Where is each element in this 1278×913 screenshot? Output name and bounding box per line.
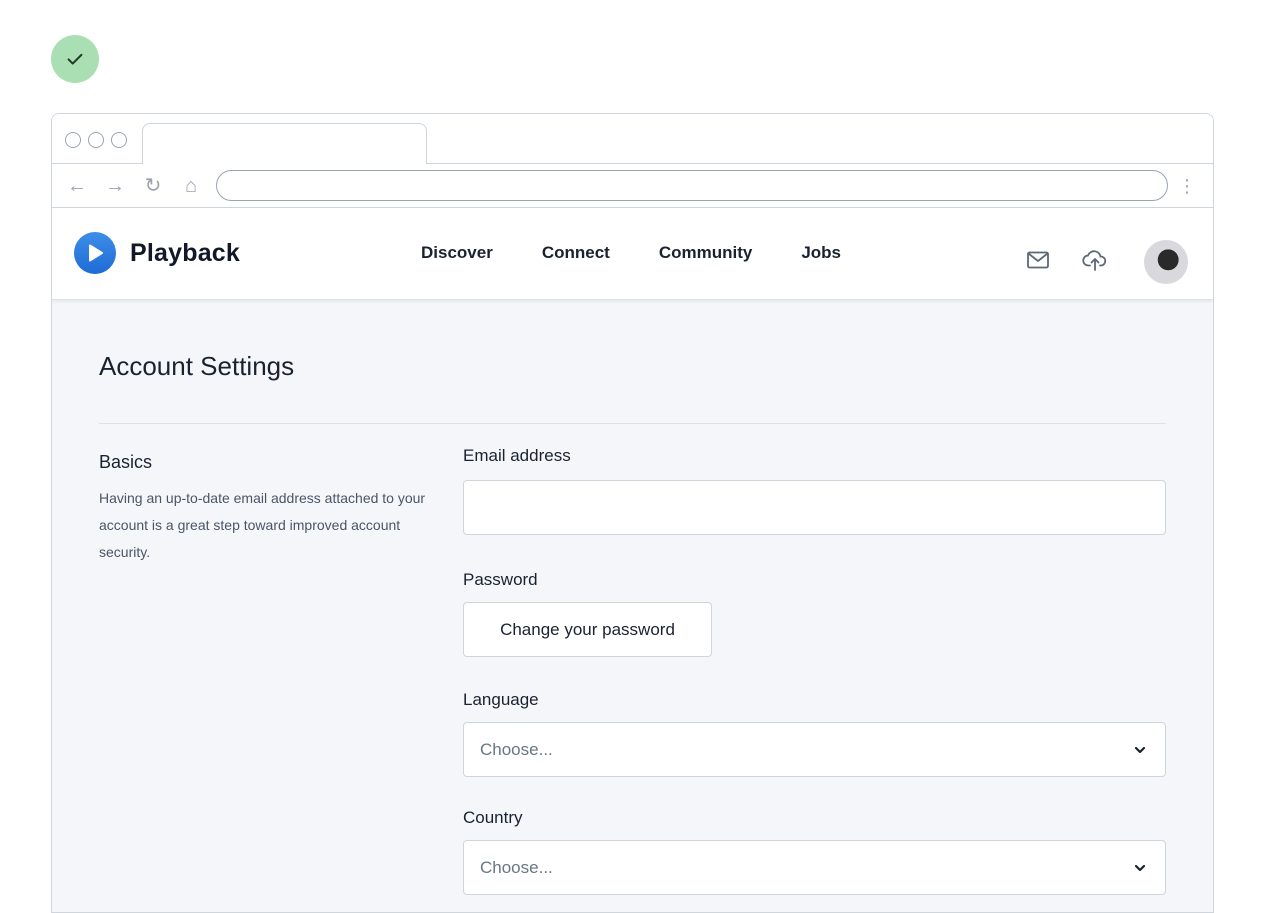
country-label: Country: [463, 808, 523, 827]
nav-connect[interactable]: Connect: [542, 241, 610, 265]
nav-community[interactable]: Community: [659, 241, 753, 265]
country-select[interactable]: Choose...: [463, 840, 1166, 895]
brand-logo[interactable]: Playback: [74, 232, 240, 274]
section-divider: [99, 423, 1166, 424]
mail-icon[interactable]: [1024, 246, 1052, 274]
browser-menu-icon[interactable]: ⋮: [1178, 174, 1196, 198]
success-check-icon: [51, 35, 99, 83]
main-nav: Discover Connect Community Jobs: [421, 241, 841, 265]
basics-section: Basics Having an up-to-date email addres…: [99, 452, 439, 566]
language-label: Language: [463, 690, 539, 709]
play-icon: [74, 232, 116, 274]
header-actions: [1024, 236, 1188, 284]
page-title: Account Settings: [99, 351, 295, 381]
home-icon[interactable]: ⌂: [179, 173, 203, 199]
browser-tabbar: [52, 114, 1213, 165]
nav-discover[interactable]: Discover: [421, 241, 493, 265]
change-password-button[interactable]: Change your password: [463, 602, 712, 657]
nav-jobs[interactable]: Jobs: [801, 241, 841, 265]
language-select-value: Choose...: [480, 739, 553, 759]
window-controls: [65, 132, 127, 148]
close-window-button[interactable]: [65, 132, 81, 148]
basics-description: Having an up-to-date email address attac…: [99, 490, 426, 560]
password-label: Password: [463, 570, 538, 589]
back-arrow-icon[interactable]: ←: [65, 173, 89, 199]
language-select[interactable]: Choose...: [463, 722, 1166, 777]
maximize-window-button[interactable]: [111, 132, 127, 148]
settings-form: Email address Password Change your passw…: [463, 446, 1166, 895]
email-field[interactable]: [463, 480, 1166, 535]
url-bar[interactable]: [216, 170, 1168, 201]
app-header: Playback Discover Connect Community Jobs: [52, 208, 1213, 300]
reload-icon[interactable]: ↻: [141, 173, 165, 199]
forward-arrow-icon[interactable]: →: [103, 173, 127, 199]
minimize-window-button[interactable]: [88, 132, 104, 148]
email-label: Email address: [463, 446, 571, 465]
upload-icon[interactable]: [1081, 246, 1109, 274]
browser-window: ← → ↻ ⌂ ⋮ Playback Discover Connect Comm…: [51, 113, 1214, 913]
browser-toolbar: ← → ↻ ⌂ ⋮: [52, 164, 1213, 208]
chevron-down-icon: [1134, 746, 1146, 754]
chevron-down-icon: [1134, 864, 1146, 872]
basics-heading: Basics: [99, 452, 153, 472]
user-avatar[interactable]: [1144, 240, 1188, 284]
browser-tab[interactable]: [142, 123, 427, 165]
country-select-value: Choose...: [480, 857, 553, 877]
brand-name: Playback: [130, 238, 241, 267]
